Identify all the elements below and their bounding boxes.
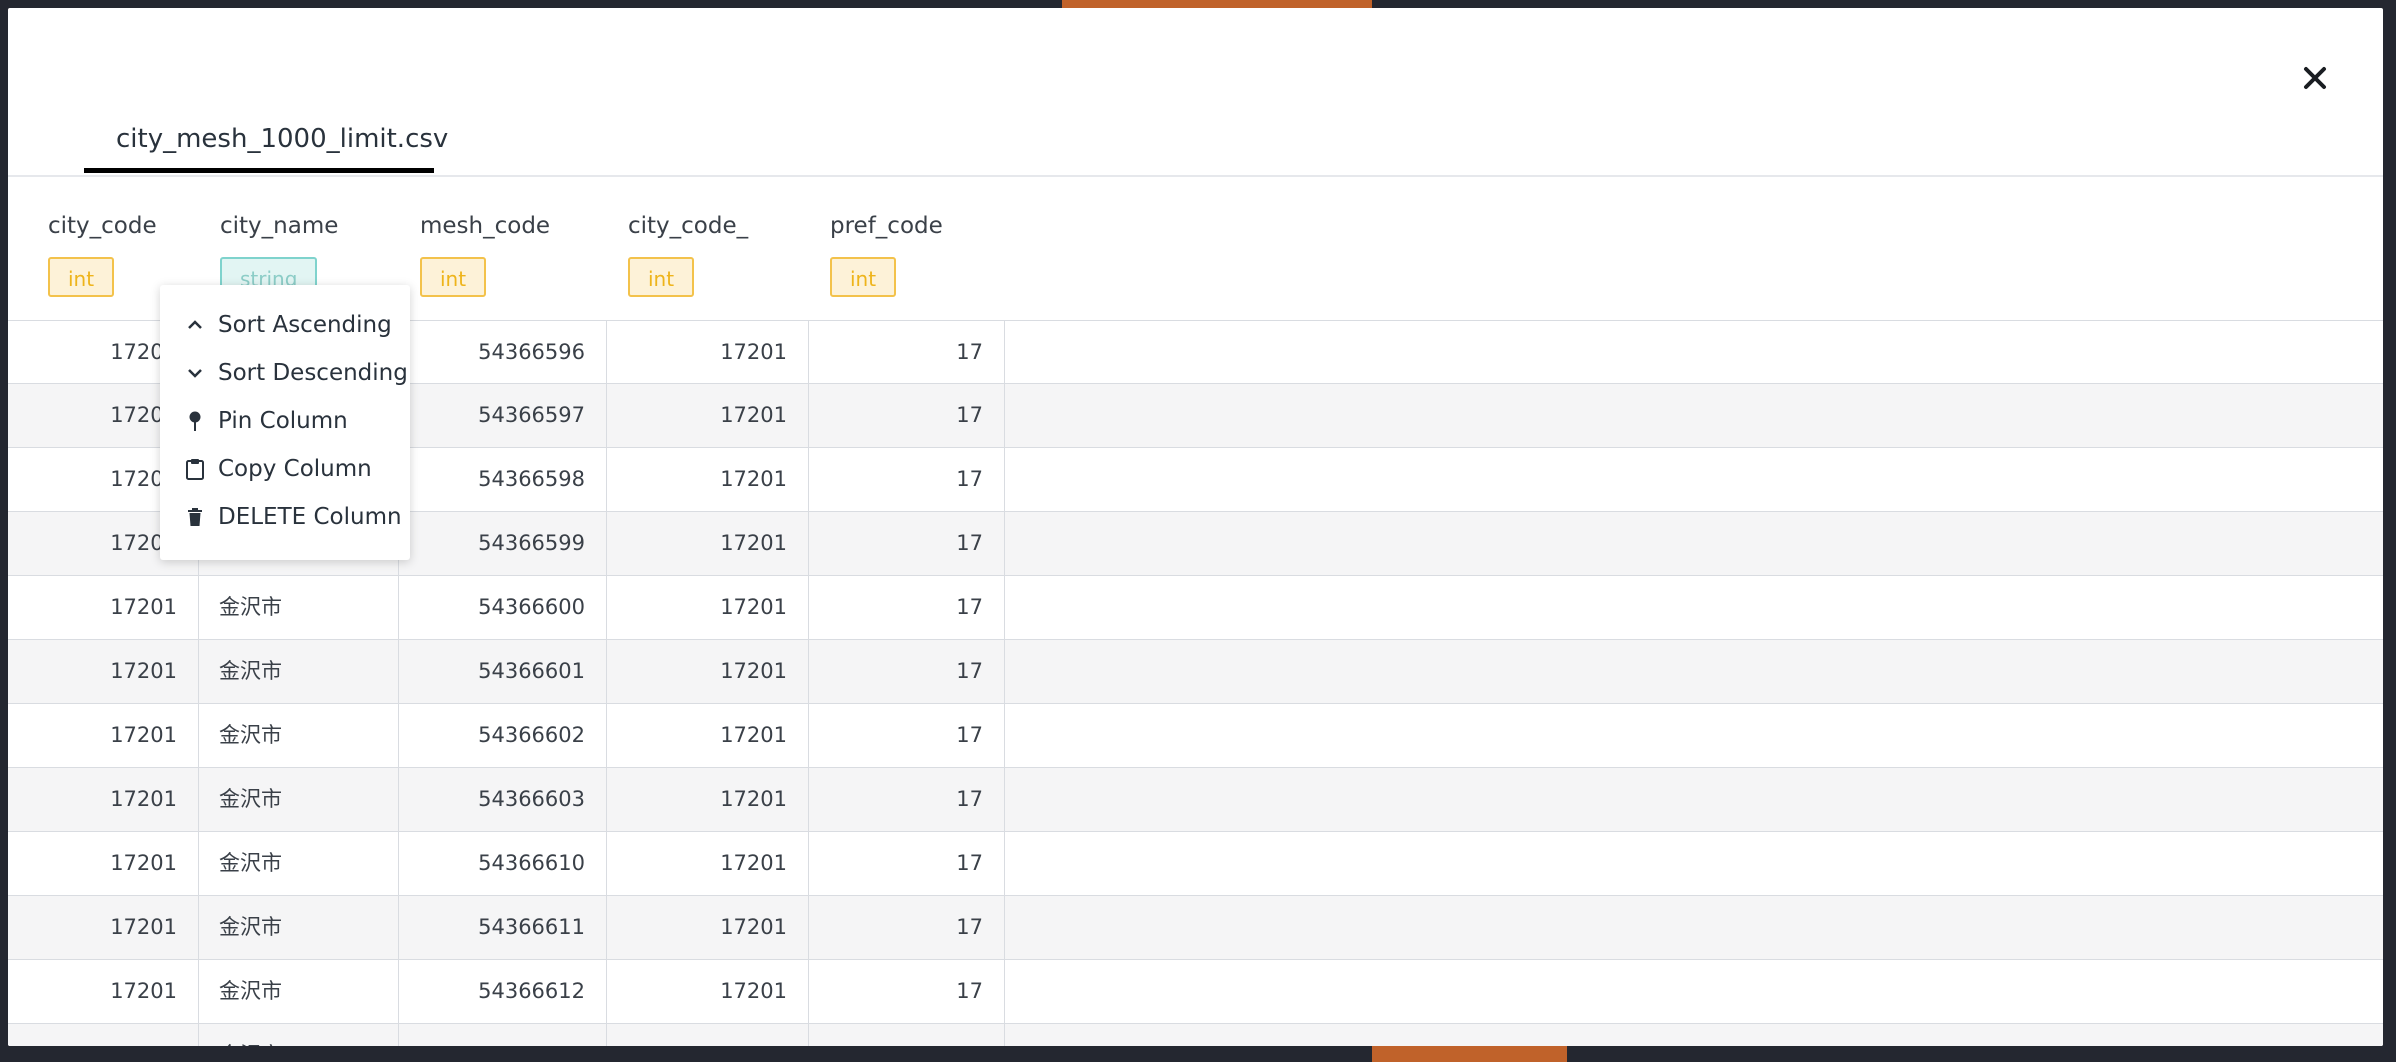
pin-column-menu-item[interactable]: Pin Column xyxy=(160,397,410,445)
table-cell-city-name: 金沢市 xyxy=(199,960,399,1023)
menu-item-label: Sort Descending xyxy=(218,360,408,386)
table-cell-city-name: 金沢市 xyxy=(199,576,399,639)
table-cell-mesh-code: 54366597 xyxy=(399,384,607,447)
table-cell-mesh-code: 54366596 xyxy=(399,321,607,384)
table-cell-pref-code: 17 xyxy=(809,832,1005,895)
table-cell-city-code-: 17201 xyxy=(607,832,809,895)
table-cell-pref-code: 17 xyxy=(809,960,1005,1023)
table-cell-mesh-code: 54366602 xyxy=(399,704,607,767)
table-cell-mesh-code: 54366599 xyxy=(399,512,607,575)
menu-item-label: DELETE Column xyxy=(218,504,402,530)
table-cell-city-code: 17201 xyxy=(8,768,199,831)
column-header-city-code-2[interactable]: city_code_ int xyxy=(628,213,748,297)
table-cell-city-name: 金沢市 xyxy=(199,704,399,767)
table-cell-pref-code: 17 xyxy=(809,576,1005,639)
table-cell-city-code: 17201 xyxy=(8,640,199,703)
menu-item-label: Copy Column xyxy=(218,456,372,482)
table-cell-city-name: 金沢市 xyxy=(199,832,399,895)
table-cell-pref-code: 17 xyxy=(809,321,1005,384)
table-cell-mesh-code: 54366611 xyxy=(399,896,607,959)
column-type-badge: int xyxy=(628,257,695,297)
table-cell-city-code-: 17201 xyxy=(607,512,809,575)
table-cell-pref-code: 17 xyxy=(809,768,1005,831)
table-cell-city-name: 金沢市 xyxy=(199,1024,399,1046)
table-cell-mesh-code: 54366613 xyxy=(399,1024,607,1046)
sort-descending-menu-item[interactable]: Sort Descending xyxy=(160,349,410,397)
table-row[interactable]: 17201 金沢市 54366610 17201 17 xyxy=(8,832,2383,896)
table-cell-city-code: 17201 xyxy=(8,704,199,767)
column-type-badge: int xyxy=(420,257,487,297)
table-cell-city-code-: 17201 xyxy=(607,896,809,959)
table-row[interactable]: 17201 金沢市 54366611 17201 17 xyxy=(8,896,2383,960)
dataset-tab-label: city_mesh_1000_limit.csv xyxy=(116,124,449,154)
table-row[interactable]: 17201 金沢市 54366602 17201 17 xyxy=(8,704,2383,768)
table-cell-city-code-: 17201 xyxy=(607,448,809,511)
table-row[interactable]: 17201金沢市543666131720117 xyxy=(8,1024,2383,1046)
table-cell-mesh-code: 54366603 xyxy=(399,768,607,831)
menu-item-label: Sort Ascending xyxy=(218,312,392,338)
column-type-badge: int xyxy=(830,257,897,297)
column-header-pref-code[interactable]: pref_code int xyxy=(830,213,943,297)
column-name: city_code_ xyxy=(628,213,749,239)
table-cell-pref-code: 17 xyxy=(809,640,1005,703)
table-cell-city-name: 金沢市 xyxy=(199,896,399,959)
trash-icon xyxy=(184,506,206,528)
delete-column-menu-item[interactable]: DELETE Column xyxy=(160,493,410,541)
table-cell-city-code: 17201 xyxy=(8,960,199,1023)
column-header-city-code[interactable]: city_code int xyxy=(48,213,157,297)
dataset-tab[interactable]: city_mesh_1000_limit.csv xyxy=(84,112,448,173)
table-cell-city-code-: 17201 xyxy=(607,640,809,703)
table-cell-pref-code: 17 xyxy=(809,1024,1005,1046)
table-cell-city-code: 17201 xyxy=(8,832,199,895)
copy-column-menu-item[interactable]: Copy Column xyxy=(160,445,410,493)
table-cell-mesh-code: 54366612 xyxy=(399,960,607,1023)
column-name: pref_code xyxy=(830,213,943,239)
table-row[interactable]: 17201 金沢市 54366601 17201 17 xyxy=(8,640,2383,704)
table-cell-city-code-: 17201 xyxy=(607,1024,809,1046)
table-cell-pref-code: 17 xyxy=(809,448,1005,511)
table-cell-city-code: 17201 xyxy=(8,896,199,959)
table-cell-city-code-: 17201 xyxy=(607,960,809,1023)
table-row[interactable]: 17201 金沢市 54366603 17201 17 xyxy=(8,768,2383,832)
table-cell-mesh-code: 54366601 xyxy=(399,640,607,703)
table-cell-pref-code: 17 xyxy=(809,512,1005,575)
column-name: city_code xyxy=(48,213,157,239)
table-cell-city-name: 金沢市 xyxy=(199,768,399,831)
table-cell-pref-code: 17 xyxy=(809,384,1005,447)
column-name: mesh_code xyxy=(420,213,551,239)
table-cell-city-code-: 17201 xyxy=(607,321,809,384)
column-name: city_name xyxy=(220,213,339,239)
column-type-badge: int xyxy=(48,257,115,297)
sort-ascending-menu-item[interactable]: Sort Ascending xyxy=(160,301,410,349)
table-row[interactable]: 17201 金沢市 54366612 17201 17 xyxy=(8,960,2383,1024)
column-header-mesh-code[interactable]: mesh_code int xyxy=(420,213,550,297)
table-row[interactable]: 17201 金沢市 54366600 17201 17 xyxy=(8,576,2383,640)
dataset-tab-bar: city_mesh_1000_limit.csv xyxy=(8,8,2383,177)
table-cell-city-code-: 17201 xyxy=(607,768,809,831)
table-cell-city-code-: 17201 xyxy=(607,576,809,639)
menu-item-label: Pin Column xyxy=(218,408,348,434)
data-table-modal: city_mesh_1000_limit.csv city_code int c… xyxy=(8,8,2383,1046)
table-cell-city-code-: 17201 xyxy=(607,384,809,447)
background-map-block xyxy=(1062,0,1372,8)
pin-icon xyxy=(184,410,206,432)
clipboard-icon xyxy=(184,458,206,480)
table-cell-city-code: 17201 xyxy=(8,576,199,639)
chevron-down-icon xyxy=(184,362,206,384)
chevron-up-icon xyxy=(184,314,206,336)
column-context-menu: Sort Ascending Sort Descending Pin Colum… xyxy=(160,285,410,560)
table-cell-pref-code: 17 xyxy=(809,896,1005,959)
table-cell-pref-code: 17 xyxy=(809,704,1005,767)
table-cell-mesh-code: 54366600 xyxy=(399,576,607,639)
table-cell-city-code: 17201 xyxy=(8,1024,199,1046)
background-map-block xyxy=(1372,1046,1567,1062)
table-cell-mesh-code: 54366598 xyxy=(399,448,607,511)
table-cell-mesh-code: 54366610 xyxy=(399,832,607,895)
table-cell-city-name: 金沢市 xyxy=(199,640,399,703)
table-cell-city-code-: 17201 xyxy=(607,704,809,767)
